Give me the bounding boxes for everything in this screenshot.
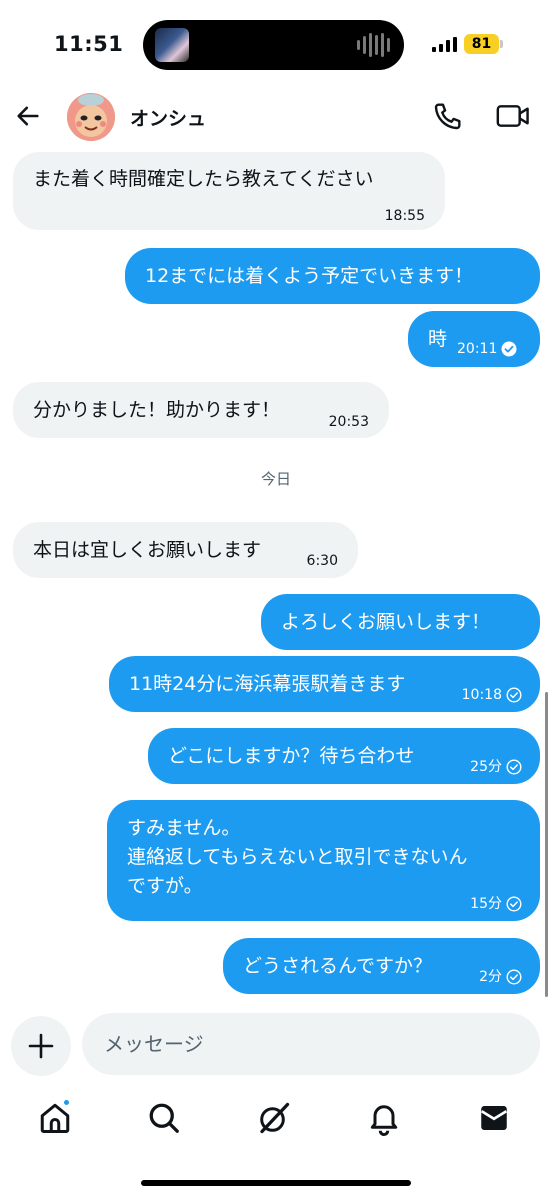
avatar-face-icon bbox=[67, 93, 115, 141]
home-notification-dot bbox=[62, 1098, 71, 1107]
message-timestamp: 20:11 bbox=[457, 335, 517, 363]
back-arrow-icon[interactable] bbox=[14, 102, 42, 130]
message-bubble-outgoing[interactable]: 11時24分に海浜幕張駅着きます 10:18 bbox=[109, 656, 540, 712]
timestamp-text: 15分 bbox=[470, 896, 502, 912]
message-timestamp: 6:30 bbox=[307, 547, 338, 575]
scrollbar[interactable] bbox=[545, 692, 548, 997]
phone-call-icon[interactable] bbox=[432, 100, 464, 132]
message-timestamp: 2分 bbox=[479, 963, 522, 991]
day-separator: 今日 bbox=[260, 470, 291, 488]
add-attachment-button[interactable] bbox=[11, 1016, 71, 1076]
status-bar: 11:51 81 bbox=[0, 0, 552, 90]
message-text: よろしくお願いします！ bbox=[281, 611, 491, 633]
message-bubble-incoming[interactable]: 本日は宜しくお願いします 6:30 bbox=[13, 522, 358, 578]
message-bubble-outgoing[interactable]: どうされるんですか？ 2分 bbox=[223, 938, 540, 994]
message-text: 12までには着くよう予定でいきます！ bbox=[145, 265, 474, 287]
plus-icon bbox=[28, 1033, 54, 1059]
read-check-icon bbox=[506, 759, 522, 775]
timestamp-text: 20:53 bbox=[328, 414, 369, 430]
message-timestamp: 10:18 bbox=[462, 681, 522, 709]
grok-icon[interactable] bbox=[256, 1100, 292, 1136]
read-check-icon bbox=[506, 687, 522, 703]
message-timestamp: 18:55 bbox=[385, 202, 425, 230]
battery-tip bbox=[500, 40, 503, 48]
message-bubble-outgoing[interactable]: すみません。 連絡返してもらえないと取引できないん ですが。 15分 bbox=[107, 800, 540, 921]
status-time: 11:51 bbox=[54, 32, 124, 56]
message-bubble-incoming[interactable]: また着く時間確定したら教えてください 18:55 bbox=[13, 152, 445, 230]
timestamp-text: 18:55 bbox=[384, 208, 425, 224]
message-text: 本日は宜しくお願いします bbox=[33, 539, 262, 561]
read-check-icon bbox=[506, 896, 522, 912]
message-text: どうされるんですか？ bbox=[243, 955, 433, 977]
timestamp-text: 6:30 bbox=[306, 553, 338, 569]
cellular-signal-icon bbox=[432, 36, 457, 52]
message-text: また着く時間確定したら教えてください bbox=[33, 168, 374, 190]
message-line: すみません。 bbox=[127, 817, 241, 839]
message-text: 時 bbox=[428, 328, 448, 350]
search-icon[interactable] bbox=[146, 1100, 182, 1136]
conversation-header: オンシュ bbox=[0, 90, 552, 142]
message-text: すみません。 連絡返してもらえないと取引できないん ですが。 bbox=[127, 814, 467, 901]
message-text: どこにしますか？待ち合わせ bbox=[168, 745, 415, 767]
video-call-icon[interactable] bbox=[496, 102, 530, 130]
message-timestamp: 25分 bbox=[470, 753, 522, 781]
timestamp-text: 25分 bbox=[470, 759, 502, 775]
message-bubble-outgoing[interactable]: 時 20:11 bbox=[408, 311, 540, 367]
read-check-icon bbox=[501, 341, 517, 357]
notifications-icon[interactable] bbox=[366, 1100, 402, 1136]
message-input[interactable] bbox=[82, 1013, 540, 1075]
dynamic-island bbox=[143, 20, 404, 70]
messages-icon[interactable] bbox=[476, 1100, 512, 1136]
home-indicator bbox=[141, 1180, 411, 1186]
message-bubble-outgoing[interactable]: 12までには着くよう予定でいきます！ bbox=[125, 248, 540, 304]
avatar[interactable] bbox=[67, 93, 115, 141]
message-line: ですが。 bbox=[127, 875, 203, 897]
message-bubble-incoming[interactable]: 分かりました！助かります！ 20:53 bbox=[13, 382, 389, 438]
audio-waveform-icon bbox=[357, 33, 390, 57]
contact-name[interactable]: オンシュ bbox=[130, 104, 206, 131]
read-check-icon bbox=[506, 969, 522, 985]
message-timestamp: 15分 bbox=[470, 890, 522, 918]
timestamp-text: 2分 bbox=[479, 969, 502, 985]
battery-level: 81 bbox=[464, 34, 499, 54]
now-playing-artwork bbox=[155, 28, 189, 62]
timestamp-text: 20:11 bbox=[457, 341, 498, 357]
message-line: 連絡返してもらえないと取引できないん bbox=[127, 846, 468, 868]
message-timestamp: 20:53 bbox=[329, 408, 369, 436]
message-bubble-outgoing[interactable]: よろしくお願いします！ bbox=[261, 594, 540, 650]
timestamp-text: 10:18 bbox=[461, 687, 502, 703]
message-text: 11時24分に海浜幕張駅着きます bbox=[129, 673, 406, 695]
message-text: 分かりました！助かります！ bbox=[33, 399, 281, 421]
message-bubble-outgoing[interactable]: どこにしますか？待ち合わせ 25分 bbox=[148, 728, 540, 784]
